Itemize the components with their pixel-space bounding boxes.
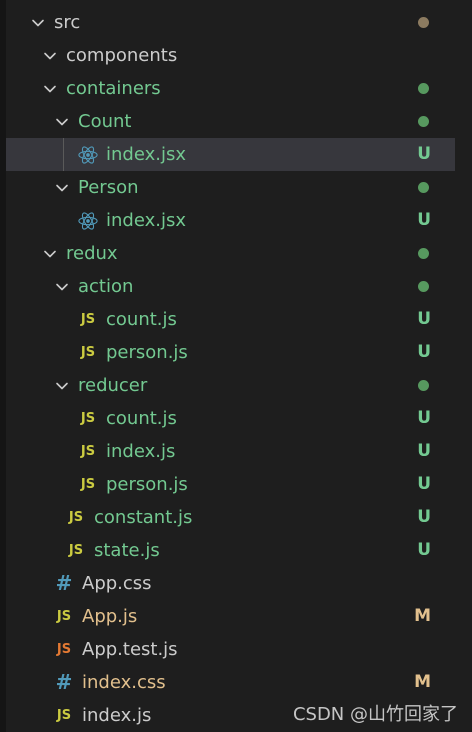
tree-item-label: count.js (106, 309, 177, 330)
js-file-icon: JS (68, 543, 84, 558)
tree-file-index-js[interactable]: JS index.js U (6, 435, 455, 468)
css-file-icon: # (55, 670, 73, 694)
changes-dot-indicator (418, 380, 429, 391)
untracked-badge: U (417, 210, 431, 230)
tree-file-app-test-js[interactable]: JS App.test.js (6, 633, 455, 666)
js-file-icon: JS (80, 477, 96, 492)
untracked-badge: U (417, 507, 431, 527)
js-file-icon: JS (68, 510, 84, 525)
tree-folder-redux[interactable]: redux (6, 237, 455, 270)
js-file-icon: JS (80, 345, 96, 360)
tree-item-label: App.js (82, 606, 138, 627)
changes-dot-indicator (418, 116, 429, 127)
chevron-down-icon[interactable] (54, 114, 70, 130)
tree-file-count-js[interactable]: JS count.js U (6, 402, 455, 435)
tree-file-person-js[interactable]: JS person.js U (6, 336, 455, 369)
changes-dot-indicator (418, 281, 429, 292)
tree-item-label: containers (66, 78, 161, 99)
chevron-down-icon[interactable] (54, 180, 70, 196)
tree-item-label: action (78, 276, 134, 297)
changes-dot-indicator (418, 83, 429, 94)
tree-file-app-js[interactable]: JS App.js M (6, 600, 455, 633)
untracked-badge: U (417, 309, 431, 329)
js-file-icon: JS (80, 444, 96, 459)
changes-dot-indicator (418, 17, 429, 28)
chevron-down-icon[interactable] (54, 279, 70, 295)
tree-item-label: redux (66, 243, 118, 264)
js-file-icon: JS (80, 411, 96, 426)
js-file-icon: JS (56, 708, 72, 723)
tree-file-index-css[interactable]: # index.css M (6, 666, 455, 699)
tree-item-label: index.js (82, 705, 152, 726)
react-atom-icon (78, 145, 98, 165)
tree-folder-containers[interactable]: containers (6, 72, 455, 105)
watermark: CSDN @山竹回家了 (292, 704, 458, 725)
js-file-icon: JS (80, 312, 96, 327)
untracked-badge: U (417, 144, 431, 164)
tree-item-label: index.jsx (106, 210, 186, 231)
tree-folder-action[interactable]: action (6, 270, 455, 303)
js-file-icon: JS (56, 609, 72, 624)
chevron-down-icon[interactable] (42, 246, 58, 262)
chevron-down-icon[interactable] (30, 15, 46, 31)
react-atom-icon (78, 211, 98, 231)
tree-item-label: person.js (106, 342, 188, 363)
untracked-badge: U (417, 441, 431, 461)
tree-file-app-css[interactable]: # App.css (6, 567, 455, 600)
indent-guide (63, 138, 64, 171)
tree-folder-components[interactable]: components (6, 39, 455, 72)
untracked-badge: U (417, 540, 431, 560)
tree-item-label: index.js (106, 441, 176, 462)
modified-badge: M (414, 672, 431, 692)
tree-item-label: components (66, 45, 178, 66)
file-explorer: src components containers Count index.jsx U Pe… (0, 0, 472, 732)
tree-item-label: constant.js (94, 507, 193, 528)
tree-item-label: Person (78, 177, 139, 198)
changes-dot-indicator (418, 248, 429, 259)
modified-badge: M (414, 606, 431, 626)
tree-item-label: reducer (78, 375, 148, 396)
tree-item-label: index.jsx (106, 144, 186, 165)
untracked-badge: U (417, 342, 431, 362)
untracked-badge: U (417, 408, 431, 428)
chevron-down-icon[interactable] (54, 378, 70, 394)
tree-file-index-jsx[interactable]: index.jsx U (6, 204, 455, 237)
tree-file-count-js[interactable]: JS count.js U (6, 303, 455, 336)
chevron-down-icon[interactable] (42, 48, 58, 64)
changes-dot-indicator (418, 182, 429, 193)
tree-item-label: App.test.js (82, 639, 178, 660)
tree-item-label: index.css (82, 672, 166, 693)
tree-file-constant-js[interactable]: JS constant.js U (6, 501, 455, 534)
tree-folder-count[interactable]: Count (6, 105, 455, 138)
tree-file-index-jsx[interactable]: index.jsx U (6, 138, 455, 171)
tree-folder-src[interactable]: src (6, 6, 455, 39)
tree-folder-person[interactable]: Person (6, 171, 455, 204)
js-test-file-icon: JS (56, 642, 72, 657)
tree-item-label: count.js (106, 408, 177, 429)
tree-folder-reducer[interactable]: reducer (6, 369, 455, 402)
tree-item-label: src (54, 12, 81, 33)
css-file-icon: # (55, 571, 73, 595)
tree-item-label: App.css (82, 573, 152, 594)
tree-file-state-js[interactable]: JS state.js U (6, 534, 455, 567)
tree-item-label: Count (78, 111, 132, 132)
tree-item-label: state.js (94, 540, 160, 561)
chevron-down-icon[interactable] (42, 81, 58, 97)
tree-item-label: person.js (106, 474, 188, 495)
untracked-badge: U (417, 474, 431, 494)
tree-file-person-js[interactable]: JS person.js U (6, 468, 455, 501)
